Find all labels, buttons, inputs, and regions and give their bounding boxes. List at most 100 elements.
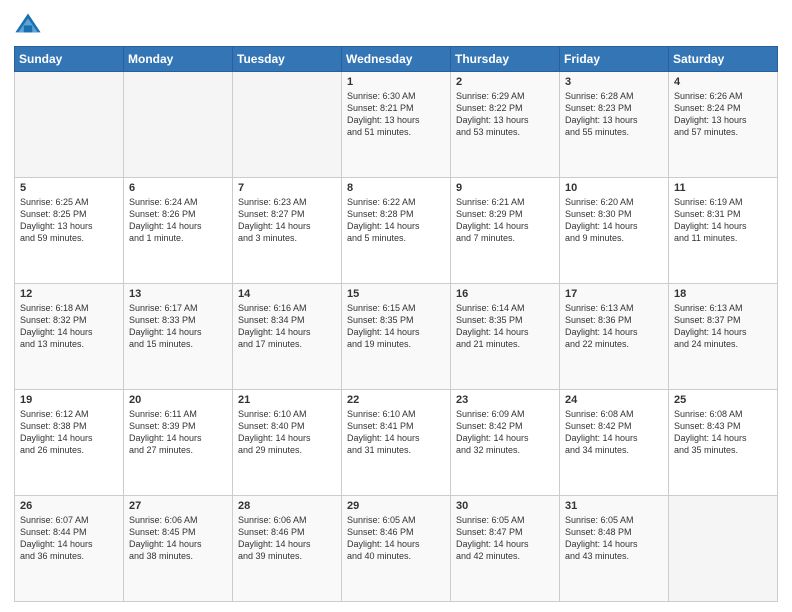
day-info: Sunrise: 6:10 AM Sunset: 8:40 PM Dayligh… (238, 408, 336, 457)
calendar-cell: 31 Sunrise: 6:05 AM Sunset: 8:48 PM Dayli… (560, 496, 669, 602)
calendar: SundayMondayTuesdayWednesdayThursdayFrid… (14, 46, 778, 602)
day-info: Sunrise: 6:12 AM Sunset: 8:38 PM Dayligh… (20, 408, 118, 457)
calendar-cell: 2 Sunrise: 6:29 AM Sunset: 8:22 PM Daylig… (451, 72, 560, 178)
day-info: Sunrise: 6:10 AM Sunset: 8:41 PM Dayligh… (347, 408, 445, 457)
day-info: Sunrise: 6:13 AM Sunset: 8:36 PM Dayligh… (565, 302, 663, 351)
day-info: Sunrise: 6:30 AM Sunset: 8:21 PM Dayligh… (347, 90, 445, 139)
calendar-cell: 3 Sunrise: 6:28 AM Sunset: 8:23 PM Daylig… (560, 72, 669, 178)
calendar-cell: 7 Sunrise: 6:23 AM Sunset: 8:27 PM Daylig… (233, 178, 342, 284)
calendar-cell: 30 Sunrise: 6:05 AM Sunset: 8:47 PM Dayli… (451, 496, 560, 602)
day-number: 9 (456, 182, 554, 194)
calendar-cell: 18 Sunrise: 6:13 AM Sunset: 8:37 PM Dayli… (669, 284, 778, 390)
day-number: 13 (129, 288, 227, 300)
day-number: 25 (674, 394, 772, 406)
day-number: 12 (20, 288, 118, 300)
calendar-week-1: 1 Sunrise: 6:30 AM Sunset: 8:21 PM Daylig… (15, 72, 778, 178)
day-info: Sunrise: 6:18 AM Sunset: 8:32 PM Dayligh… (20, 302, 118, 351)
calendar-cell: 11 Sunrise: 6:19 AM Sunset: 8:31 PM Dayli… (669, 178, 778, 284)
day-number: 14 (238, 288, 336, 300)
calendar-cell (233, 72, 342, 178)
day-number: 23 (456, 394, 554, 406)
day-info: Sunrise: 6:08 AM Sunset: 8:43 PM Dayligh… (674, 408, 772, 457)
day-number: 10 (565, 182, 663, 194)
day-info: Sunrise: 6:06 AM Sunset: 8:45 PM Dayligh… (129, 514, 227, 563)
calendar-cell: 27 Sunrise: 6:06 AM Sunset: 8:45 PM Dayli… (124, 496, 233, 602)
day-number: 17 (565, 288, 663, 300)
calendar-cell: 23 Sunrise: 6:09 AM Sunset: 8:42 PM Dayli… (451, 390, 560, 496)
day-number: 19 (20, 394, 118, 406)
day-info: Sunrise: 6:20 AM Sunset: 8:30 PM Dayligh… (565, 196, 663, 245)
calendar-cell: 24 Sunrise: 6:08 AM Sunset: 8:42 PM Dayli… (560, 390, 669, 496)
calendar-header-thursday: Thursday (451, 47, 560, 72)
day-number: 31 (565, 500, 663, 512)
calendar-header-sunday: Sunday (15, 47, 124, 72)
day-info: Sunrise: 6:26 AM Sunset: 8:24 PM Dayligh… (674, 90, 772, 139)
calendar-cell: 29 Sunrise: 6:05 AM Sunset: 8:46 PM Dayli… (342, 496, 451, 602)
day-info: Sunrise: 6:22 AM Sunset: 8:28 PM Dayligh… (347, 196, 445, 245)
day-number: 3 (565, 76, 663, 88)
day-number: 11 (674, 182, 772, 194)
day-info: Sunrise: 6:06 AM Sunset: 8:46 PM Dayligh… (238, 514, 336, 563)
day-number: 6 (129, 182, 227, 194)
calendar-cell: 4 Sunrise: 6:26 AM Sunset: 8:24 PM Daylig… (669, 72, 778, 178)
page: SundayMondayTuesdayWednesdayThursdayFrid… (0, 0, 792, 612)
day-info: Sunrise: 6:07 AM Sunset: 8:44 PM Dayligh… (20, 514, 118, 563)
day-number: 7 (238, 182, 336, 194)
day-info: Sunrise: 6:15 AM Sunset: 8:35 PM Dayligh… (347, 302, 445, 351)
day-info: Sunrise: 6:29 AM Sunset: 8:22 PM Dayligh… (456, 90, 554, 139)
day-number: 8 (347, 182, 445, 194)
calendar-cell: 10 Sunrise: 6:20 AM Sunset: 8:30 PM Dayli… (560, 178, 669, 284)
day-info: Sunrise: 6:28 AM Sunset: 8:23 PM Dayligh… (565, 90, 663, 139)
calendar-cell: 28 Sunrise: 6:06 AM Sunset: 8:46 PM Dayli… (233, 496, 342, 602)
day-number: 18 (674, 288, 772, 300)
logo (14, 10, 46, 38)
calendar-week-4: 19 Sunrise: 6:12 AM Sunset: 8:38 PM Dayli… (15, 390, 778, 496)
day-number: 21 (238, 394, 336, 406)
day-info: Sunrise: 6:05 AM Sunset: 8:46 PM Dayligh… (347, 514, 445, 563)
calendar-cell: 21 Sunrise: 6:10 AM Sunset: 8:40 PM Dayli… (233, 390, 342, 496)
calendar-header-friday: Friday (560, 47, 669, 72)
day-info: Sunrise: 6:05 AM Sunset: 8:48 PM Dayligh… (565, 514, 663, 563)
day-number: 2 (456, 76, 554, 88)
day-info: Sunrise: 6:19 AM Sunset: 8:31 PM Dayligh… (674, 196, 772, 245)
day-number: 28 (238, 500, 336, 512)
day-number: 15 (347, 288, 445, 300)
day-info: Sunrise: 6:08 AM Sunset: 8:42 PM Dayligh… (565, 408, 663, 457)
calendar-cell: 20Sunrise: 6:11 AM Sunset: 8:39 PM Dayli… (124, 390, 233, 496)
calendar-header-monday: Monday (124, 47, 233, 72)
day-number: 30 (456, 500, 554, 512)
calendar-cell: 8 Sunrise: 6:22 AM Sunset: 8:28 PM Daylig… (342, 178, 451, 284)
day-number: 22 (347, 394, 445, 406)
day-number: 24 (565, 394, 663, 406)
calendar-cell: 17 Sunrise: 6:13 AM Sunset: 8:36 PM Dayli… (560, 284, 669, 390)
calendar-cell (124, 72, 233, 178)
day-info: Sunrise: 6:17 AM Sunset: 8:33 PM Dayligh… (129, 302, 227, 351)
day-number: 27 (129, 500, 227, 512)
calendar-cell: 5Sunrise: 6:25 AM Sunset: 8:25 PM Daylig… (15, 178, 124, 284)
calendar-cell: 14Sunrise: 6:16 AM Sunset: 8:34 PM Dayli… (233, 284, 342, 390)
calendar-week-5: 26 Sunrise: 6:07 AM Sunset: 8:44 PM Dayli… (15, 496, 778, 602)
day-number: 26 (20, 500, 118, 512)
calendar-cell: 6 Sunrise: 6:24 AM Sunset: 8:26 PM Daylig… (124, 178, 233, 284)
day-info: Sunrise: 6:24 AM Sunset: 8:26 PM Dayligh… (129, 196, 227, 245)
day-number: 16 (456, 288, 554, 300)
calendar-cell: 25 Sunrise: 6:08 AM Sunset: 8:43 PM Dayli… (669, 390, 778, 496)
logo-icon (14, 10, 42, 38)
day-info: Sunrise: 6:25 AM Sunset: 8:25 PM Dayligh… (20, 196, 118, 245)
day-number: 1 (347, 76, 445, 88)
day-info: Sunrise: 6:23 AM Sunset: 8:27 PM Dayligh… (238, 196, 336, 245)
day-info: Sunrise: 6:09 AM Sunset: 8:42 PM Dayligh… (456, 408, 554, 457)
calendar-header-wednesday: Wednesday (342, 47, 451, 72)
day-info: Sunrise: 6:05 AM Sunset: 8:47 PM Dayligh… (456, 514, 554, 563)
calendar-header-row: SundayMondayTuesdayWednesdayThursdayFrid… (15, 47, 778, 72)
calendar-cell: 1 Sunrise: 6:30 AM Sunset: 8:21 PM Daylig… (342, 72, 451, 178)
day-info: Sunrise: 6:21 AM Sunset: 8:29 PM Dayligh… (456, 196, 554, 245)
day-number: 29 (347, 500, 445, 512)
day-info: Sunrise: 6:14 AM Sunset: 8:35 PM Dayligh… (456, 302, 554, 351)
calendar-cell: 19 Sunrise: 6:12 AM Sunset: 8:38 PM Dayli… (15, 390, 124, 496)
day-number: 4 (674, 76, 772, 88)
day-info: Sunrise: 6:13 AM Sunset: 8:37 PM Dayligh… (674, 302, 772, 351)
calendar-week-3: 12 Sunrise: 6:18 AM Sunset: 8:32 PM Dayli… (15, 284, 778, 390)
calendar-cell: 16 Sunrise: 6:14 AM Sunset: 8:35 PM Dayli… (451, 284, 560, 390)
calendar-cell: 22 Sunrise: 6:10 AM Sunset: 8:41 PM Dayli… (342, 390, 451, 496)
